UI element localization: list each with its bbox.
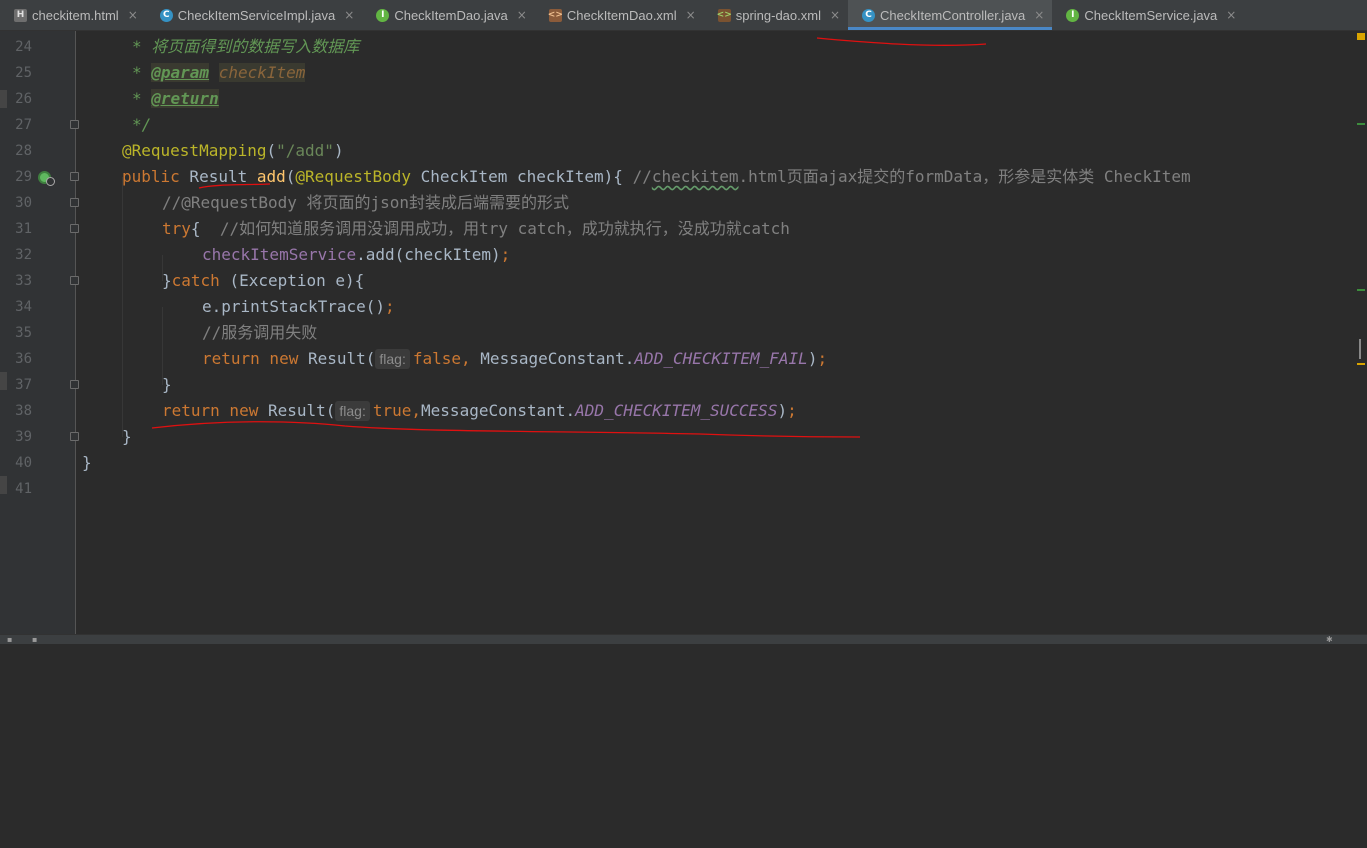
indent-guide (122, 177, 123, 437)
close-icon[interactable]: × (1034, 8, 1044, 22)
code-line-27: */ (132, 115, 152, 134)
line-number: 34 (15, 299, 32, 315)
line-number: 40 (15, 455, 32, 471)
tab-label: checkitem.html (32, 7, 119, 23)
code-line-26: * @return (132, 89, 219, 108)
line-number-gutter[interactable]: 24 25 26 27 28 29 30 31 32 33 34 35 36 3… (0, 31, 79, 634)
tab-checkitemserviceimpl-java[interactable]: C CheckItemServiceImpl.java × (146, 0, 363, 30)
tab-spring-dao-xml[interactable]: <> spring-dao.xml × (704, 0, 848, 30)
line-number: 25 (15, 65, 32, 81)
scrollbar-thumb[interactable] (1359, 339, 1361, 359)
tab-label: CheckItemDao.java (394, 7, 508, 23)
code-line-30: //@RequestBody 将页面的json封装成后端需要的形式 (162, 193, 570, 212)
close-icon[interactable]: × (344, 8, 354, 22)
interface-icon: I (1066, 8, 1080, 22)
line-number: 30 (15, 195, 32, 211)
close-icon[interactable]: × (517, 8, 527, 22)
code-line-38: return new Result(flag: true,MessageConst… (162, 401, 797, 421)
line-number: 32 (15, 247, 32, 263)
warning-marker[interactable] (1357, 33, 1365, 40)
line-number: 28 (15, 143, 32, 159)
line-number: 29 (15, 169, 32, 185)
code-line-35: //服务调用失败 (202, 323, 318, 342)
line-number: 37 (15, 377, 32, 393)
tab-checkitemdao-java[interactable]: I CheckItemDao.java × (362, 0, 535, 30)
tab-label: CheckItemService.java (1084, 7, 1218, 23)
class-icon: C (862, 8, 876, 22)
close-icon[interactable]: × (1226, 8, 1236, 22)
html-file-icon: H (14, 8, 27, 22)
tab-label: spring-dao.xml (735, 7, 821, 23)
line-number: 27 (15, 117, 32, 133)
tab-checkitemcontroller-java[interactable]: C CheckItemController.java × (848, 0, 1053, 30)
error-stripe[interactable] (1357, 31, 1367, 634)
code-line-39: } (122, 427, 132, 446)
code-line-32: checkItemService.add(checkItem); (202, 245, 511, 264)
spring-bean-icon[interactable] (38, 171, 55, 186)
class-icon: C (159, 8, 173, 22)
code-line-29: public Result add(@RequestBody CheckItem… (122, 167, 1191, 186)
line-number: 26 (15, 91, 32, 107)
code-line-40: } (82, 453, 92, 472)
close-icon[interactable]: × (686, 8, 696, 22)
code-line-37: } (162, 375, 172, 394)
line-number: 24 (15, 39, 32, 55)
code-line-25: * @param checkItem (132, 63, 306, 82)
spring-xml-icon: <> (716, 8, 732, 22)
close-icon[interactable]: × (128, 8, 138, 22)
parameter-hint: flag: (375, 349, 410, 369)
parameter-hint: flag: (335, 401, 370, 421)
line-number: 33 (15, 273, 32, 289)
code-line-31: try{ //如何知道服务调用没调用成功，用try catch，成功就执行，没成… (162, 219, 790, 238)
line-number: 35 (15, 325, 32, 341)
tab-label: CheckItemServiceImpl.java (177, 7, 336, 23)
code-line-28: @RequestMapping("/add") (122, 141, 344, 160)
interface-icon: I (376, 8, 390, 22)
line-number: 36 (15, 351, 32, 367)
code-line-36: return new Result(flag: false, MessageCon… (202, 349, 828, 369)
warning-marker[interactable] (1357, 363, 1365, 365)
change-marker[interactable] (1357, 123, 1365, 125)
code-editor[interactable]: 24 25 26 27 28 29 30 31 32 33 34 35 36 3… (0, 31, 1367, 634)
code-line-34: e.printStackTrace(); (202, 297, 395, 316)
line-number: 38 (15, 403, 32, 419)
tab-checkitemdao-xml[interactable]: <> CheckItemDao.xml × (535, 0, 704, 30)
code-area[interactable]: * 将页面得到的数据写入数据库 * @param checkItem * @re… (76, 31, 1367, 634)
line-number: 41 (15, 481, 32, 497)
tab-label: CheckItemDao.xml (566, 7, 677, 23)
tab-checkitem-html[interactable]: H checkitem.html × (0, 0, 146, 30)
line-number: 31 (15, 221, 32, 237)
change-marker[interactable] (1357, 289, 1365, 291)
close-icon[interactable]: × (830, 8, 840, 22)
tab-checkitemservice-java[interactable]: I CheckItemService.java × (1052, 0, 1244, 30)
tab-label: CheckItemController.java (880, 7, 1026, 23)
code-line-24: * 将页面得到的数据写入数据库 (132, 37, 360, 56)
line-number: 39 (15, 429, 32, 445)
code-line-33: }catch (Exception e){ (162, 271, 365, 290)
xml-file-icon: <> (547, 8, 563, 22)
editor-tab-bar: H checkitem.html × C CheckItemServiceImp… (0, 0, 1367, 31)
